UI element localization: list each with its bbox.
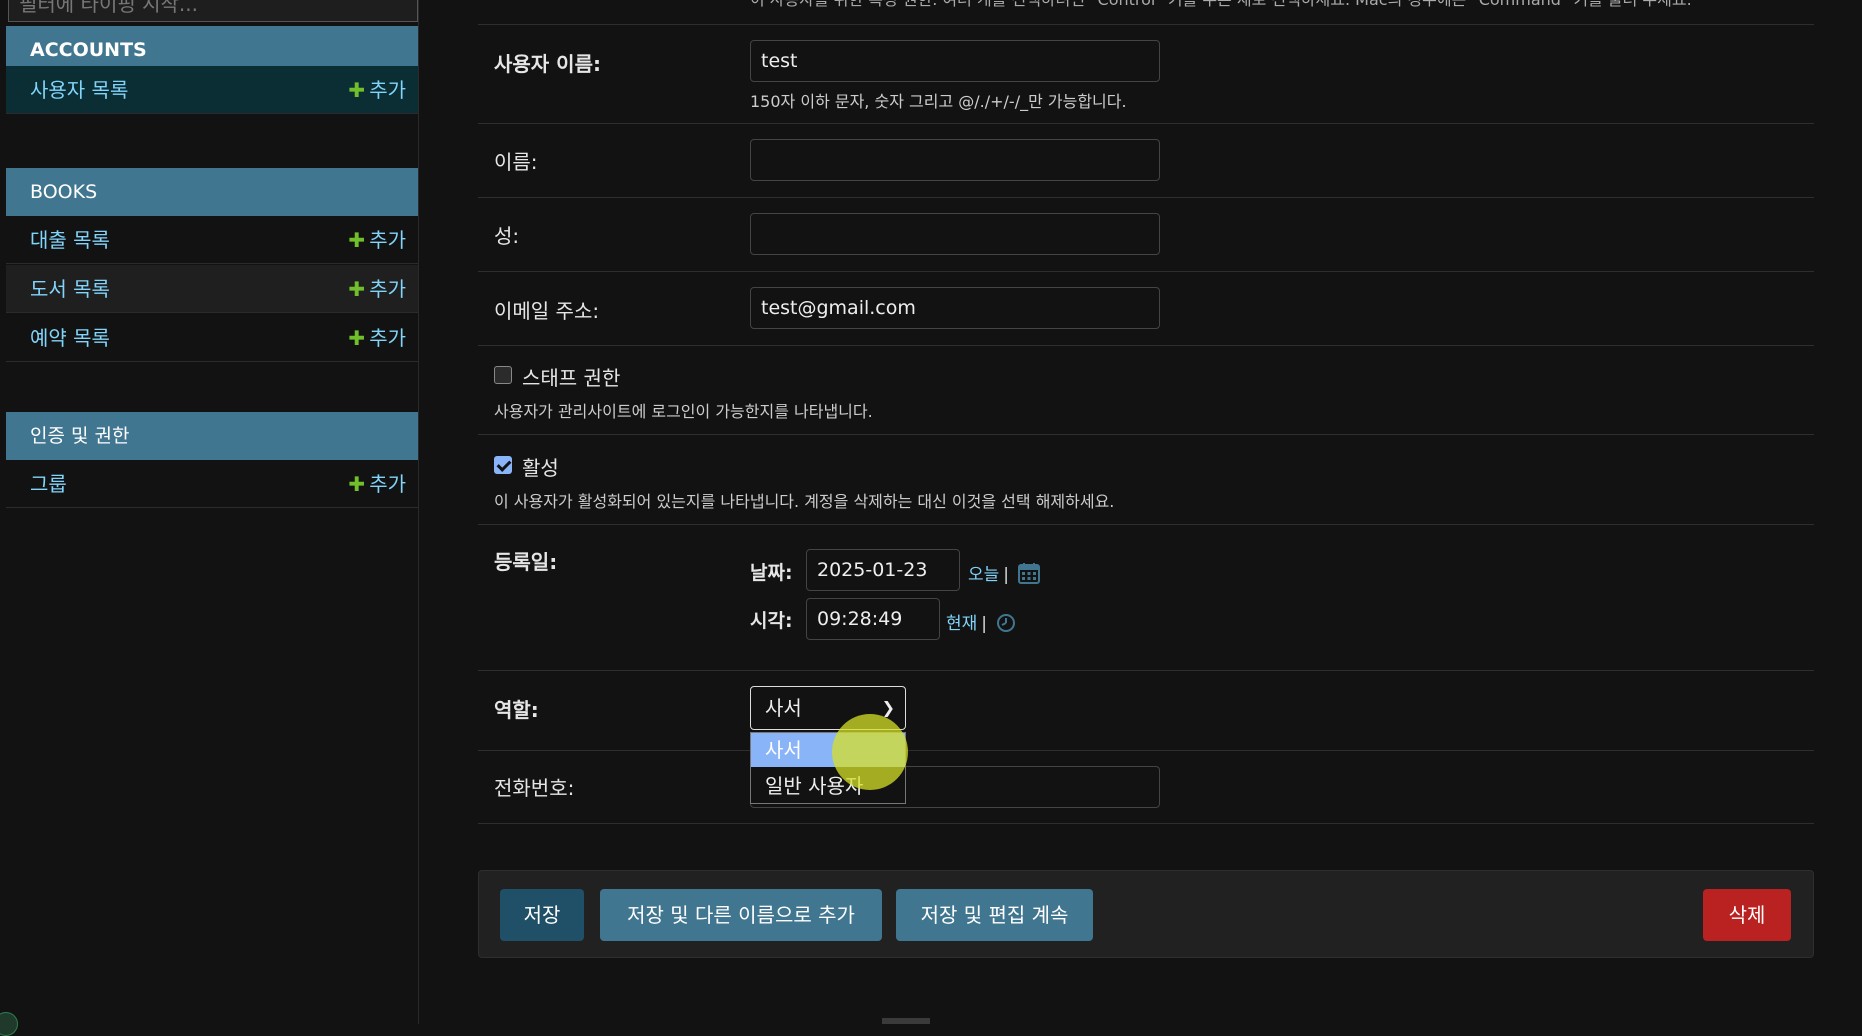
role-selected-value: 사서: [765, 696, 802, 720]
plus-icon: ✚: [348, 472, 366, 496]
mouse-cursor-indicator: [832, 714, 908, 790]
divider: [478, 271, 1814, 272]
module-caption-auth[interactable]: 인증 및 권한: [6, 412, 418, 460]
add-group-link[interactable]: ✚ 추가: [348, 460, 406, 508]
username-help: 150자 이하 문자, 숫자 그리고 @/./+/-/_만 가능합니다.: [750, 92, 1127, 111]
sidebar-item-loans[interactable]: 대출 목록 ✚ 추가: [6, 216, 418, 264]
divider: [478, 197, 1814, 198]
plus-icon: ✚: [348, 277, 366, 301]
sidebar-item-reservations[interactable]: 예약 목록 ✚ 추가: [6, 314, 418, 362]
date-label: 날짜:: [750, 562, 793, 584]
plus-icon: ✚: [348, 78, 366, 102]
staff-checkbox[interactable]: [494, 366, 512, 384]
add-label: 추가: [369, 326, 406, 350]
sidebar-nav: 필터에 타이핑 시작... ACCOUNTS 사용자 목록 ✚ 추가 BOOKS …: [0, 0, 419, 1036]
divider: [478, 345, 1814, 346]
scrollbar-thumb[interactable]: [882, 1018, 930, 1024]
sidebar-item-label[interactable]: 예약 목록: [30, 314, 110, 362]
sidebar-item-books[interactable]: 도서 목록 ✚ 추가: [6, 265, 418, 313]
now-link[interactable]: 현재: [946, 614, 977, 634]
last-name-field[interactable]: [750, 213, 1160, 255]
add-book-link[interactable]: ✚ 추가: [348, 265, 406, 313]
permissions-help-text: 이 사용자를 위한 특정 권한. 여러 개를 선택하려면 "Control" 키…: [750, 0, 1692, 10]
save-and-add-another-button[interactable]: 저장 및 다른 이름으로 추가: [600, 889, 882, 941]
sidebar-item-label[interactable]: 대출 목록: [30, 216, 110, 264]
clock-icon[interactable]: [996, 613, 1016, 633]
sidebar-item-label[interactable]: 사용자 목록: [30, 66, 128, 114]
add-reservation-link[interactable]: ✚ 추가: [348, 314, 406, 362]
username-label: 사용자 이름:: [494, 52, 601, 76]
first-name-field[interactable]: [750, 139, 1160, 181]
today-link[interactable]: 오늘: [968, 565, 999, 585]
staff-help: 사용자가 관리사이트에 로그인이 가능한지를 나타냅니다.: [494, 402, 873, 421]
role-label: 역할:: [494, 698, 539, 722]
phone-label: 전화번호:: [494, 776, 575, 800]
save-button[interactable]: 저장: [500, 889, 584, 941]
time-field[interactable]: 09:28:49: [806, 598, 940, 640]
staff-checkbox-label[interactable]: 스태프 권한: [522, 362, 620, 391]
active-checkbox[interactable]: [494, 456, 512, 474]
submit-row: 저장 저장 및 다른 이름으로 추가 저장 및 편집 계속 삭제: [478, 870, 1814, 958]
username-field[interactable]: test: [750, 40, 1160, 82]
module-caption-books[interactable]: BOOKS: [6, 168, 418, 216]
divider: [478, 750, 1814, 751]
sidebar-item-users[interactable]: 사용자 목록 ✚ 추가: [6, 66, 418, 114]
add-label: 추가: [369, 277, 406, 301]
divider: [478, 524, 1814, 525]
add-label: 추가: [369, 472, 406, 496]
calendar-icon[interactable]: [1018, 562, 1041, 584]
save-and-continue-button[interactable]: 저장 및 편집 계속: [896, 889, 1093, 941]
nav-filter-input[interactable]: 필터에 타이핑 시작...: [8, 0, 418, 22]
sidebar-item-label[interactable]: 그룹: [30, 460, 67, 508]
active-checkbox-label[interactable]: 활성: [522, 452, 559, 481]
email-label: 이메일 주소:: [494, 299, 600, 323]
plus-icon: ✚: [348, 326, 366, 350]
date-joined-label: 등록일:: [494, 550, 558, 574]
divider: [478, 823, 1814, 824]
divider: [478, 24, 1814, 25]
plus-icon: ✚: [348, 228, 366, 252]
add-user-link[interactable]: ✚ 추가: [348, 66, 406, 114]
delete-button[interactable]: 삭제: [1703, 889, 1791, 941]
date-field[interactable]: 2025-01-23: [806, 549, 960, 591]
last-name-label: 성:: [494, 224, 520, 248]
add-label: 추가: [369, 78, 406, 102]
edit-pencil-icon[interactable]: [0, 1012, 18, 1036]
email-field[interactable]: test@gmail.com: [750, 287, 1160, 329]
add-label: 추가: [369, 228, 406, 252]
time-label: 시각:: [750, 610, 793, 632]
divider: [478, 670, 1814, 671]
change-form: 이 사용자를 위한 특정 권한. 여러 개를 선택하려면 "Control" 키…: [420, 0, 1862, 1024]
active-help: 이 사용자가 활성화되어 있는지를 나타냅니다. 계정을 삭제하는 대신 이것을…: [494, 492, 1115, 511]
sidebar-item-groups[interactable]: 그룹 ✚ 추가: [6, 460, 418, 508]
sidebar-item-label[interactable]: 도서 목록: [30, 265, 110, 313]
add-loan-link[interactable]: ✚ 추가: [348, 216, 406, 264]
date-shortcuts: 오늘 |: [968, 560, 1041, 585]
first-name-label: 이름:: [494, 150, 538, 174]
time-shortcuts: 현재 |: [946, 609, 1016, 634]
divider: [478, 123, 1814, 124]
divider: [478, 434, 1814, 435]
